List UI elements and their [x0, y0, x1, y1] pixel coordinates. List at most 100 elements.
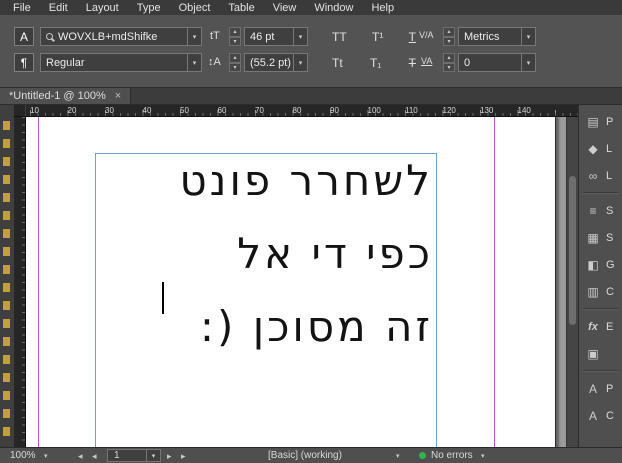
links-icon: ∞	[588, 168, 598, 183]
menu-help[interactable]: Help	[362, 2, 403, 14]
document-tab-title: *Untitled-1 @ 100%	[9, 90, 106, 102]
panel-item-character-styles[interactable]: AC	[579, 402, 622, 429]
no-errors-indicator	[419, 452, 426, 459]
last-page-icon[interactable]	[181, 448, 186, 463]
ruler-number: 120	[442, 106, 456, 115]
menu-edit[interactable]: Edit	[40, 2, 77, 14]
leading-combo[interactable]: (55.2 pt)	[244, 53, 308, 72]
kerning-value: Metrics	[464, 30, 500, 43]
case-icon[interactable]: Tt	[332, 56, 343, 70]
document-tab-bar: *Untitled-1 @ 100% ×	[0, 88, 622, 105]
leading-icon: ↕A	[208, 56, 221, 68]
panel-item-swatches[interactable]: ▦ S	[579, 224, 622, 251]
font-search-combo[interactable]: WOVXLB+mdShifke	[40, 27, 202, 46]
chevron-down-icon[interactable]	[293, 54, 307, 71]
ruler-number: 10	[30, 106, 39, 115]
first-page-icon[interactable]	[78, 448, 83, 463]
ruler-number: 30	[105, 106, 114, 115]
panel-item-label: S	[606, 204, 614, 217]
leading-value: (55.2 pt)	[250, 56, 291, 69]
next-page-icon[interactable]	[167, 448, 172, 463]
chevron-down-icon[interactable]	[146, 450, 160, 461]
font-size-stepper[interactable]	[229, 27, 241, 46]
case-icon[interactable]: T	[409, 30, 416, 44]
panel-item-color[interactable]: ▥ C	[579, 278, 622, 305]
menu-file[interactable]: File	[4, 2, 40, 14]
vertical-ruler[interactable]	[14, 117, 26, 447]
tools-strip	[0, 105, 14, 447]
text-frame-content[interactable]: לשחרר פונט כפי די אל זה מסוכן (:	[179, 144, 433, 363]
menu-window[interactable]: Window	[305, 2, 362, 14]
menu-layout[interactable]: Layout	[77, 2, 128, 14]
paragraph-formatting-button[interactable]: ¶	[14, 53, 34, 72]
menu-object[interactable]: Object	[170, 2, 220, 14]
menu-view[interactable]: View	[264, 2, 306, 14]
ruler-number: 140	[517, 106, 531, 115]
kerning-combo[interactable]: Metrics	[458, 27, 536, 46]
horizontal-ruler[interactable]: 10 20 30 40 50 60 70 80 90 100 110 120 130 140	[26, 105, 578, 117]
scrollbar-thumb[interactable]	[569, 176, 576, 325]
tracking-value: 0	[464, 56, 471, 69]
ruler-number: 40	[142, 106, 152, 115]
character-formatting-button[interactable]: A	[14, 27, 34, 46]
color-icon: ▥	[587, 284, 599, 299]
text-line[interactable]: לשחרר פונט	[179, 144, 433, 217]
text-line[interactable]: כפי די אל	[179, 217, 433, 290]
ruler-number: 70	[255, 106, 264, 115]
tracking-combo[interactable]: 0	[458, 53, 536, 72]
ruler-number: 100	[367, 106, 381, 115]
chevron-down-icon[interactable]	[293, 28, 307, 45]
panel-item-stroke[interactable]: ≡ S	[579, 197, 622, 224]
close-icon[interactable]: ×	[115, 90, 121, 102]
document-tab[interactable]: *Untitled-1 @ 100% ×	[0, 88, 132, 104]
preflight-chevron-icon[interactable]	[396, 448, 400, 463]
errors-chevron-icon[interactable]	[481, 448, 485, 463]
case-icon[interactable]: TT	[332, 30, 347, 44]
search-icon	[46, 33, 53, 40]
leading-stepper[interactable]	[229, 53, 241, 72]
case-icon[interactable]: T¹	[372, 30, 383, 44]
menu-table[interactable]: Table	[219, 2, 263, 14]
ruler-number: 60	[217, 106, 227, 115]
panel-item-effects[interactable]: fx E	[579, 313, 622, 340]
ruler-corner[interactable]	[14, 105, 26, 117]
font-style-combo[interactable]: Regular	[40, 53, 202, 72]
zoom-value[interactable]: 100%	[10, 448, 36, 463]
panel-item-layers[interactable]: ◆ L	[579, 135, 622, 162]
preflight-profile[interactable]: [Basic] (working)	[268, 448, 342, 463]
panel-item-pages[interactable]: ▤ P	[579, 108, 622, 135]
kerning-icon: V/A	[419, 30, 434, 40]
zoom-chevron-icon[interactable]	[44, 448, 48, 463]
case-icon[interactable]: T₁	[370, 56, 381, 70]
paragraph-styles-icon: A	[588, 381, 597, 396]
panel-divider	[583, 308, 618, 310]
chevron-down-icon[interactable]	[521, 28, 535, 45]
panel-item-label: P	[606, 115, 614, 128]
vertical-scrollbar[interactable]	[566, 117, 578, 447]
menu-type[interactable]: Type	[128, 2, 170, 14]
object-styles-icon: ▣	[587, 346, 599, 361]
text-frame[interactable]: לשחרר פונט כפי די אל זה מסוכן (:	[95, 153, 437, 447]
kerning-stepper[interactable]	[443, 27, 455, 46]
panel-item-label: C	[606, 409, 614, 422]
previous-page-icon[interactable]	[92, 448, 97, 463]
panel-item-links[interactable]: ∞ L	[579, 162, 622, 189]
panel-divider	[583, 370, 618, 372]
menu-bar: File Edit Layout Type Object Table View Window H…	[0, 0, 622, 15]
case-icons-row2: Tt T₁ T	[332, 53, 416, 72]
panel-item-gradient[interactable]: ◧ G	[579, 251, 622, 278]
chevron-down-icon[interactable]	[187, 54, 201, 71]
panel-item-object-styles[interactable]: ▣	[579, 340, 622, 367]
case-icon[interactable]: T	[409, 56, 416, 70]
text-cursor	[162, 282, 164, 314]
page-number-field[interactable]: 1	[107, 449, 161, 462]
font-size-icon: tT	[210, 30, 220, 42]
chevron-down-icon[interactable]	[187, 28, 201, 45]
tracking-stepper[interactable]	[443, 53, 455, 72]
font-size-combo[interactable]: 46 pt	[244, 27, 308, 46]
text-line[interactable]: זה מסוכן (:	[179, 290, 433, 363]
panel-item-paragraph-styles[interactable]: AP	[579, 375, 622, 402]
document-area: 10 20 30 40 50 60 70 80 90 100 110 120 130 140 לשחרר …	[0, 105, 578, 447]
panel-item-label: G	[606, 258, 615, 271]
chevron-down-icon[interactable]	[521, 54, 535, 71]
